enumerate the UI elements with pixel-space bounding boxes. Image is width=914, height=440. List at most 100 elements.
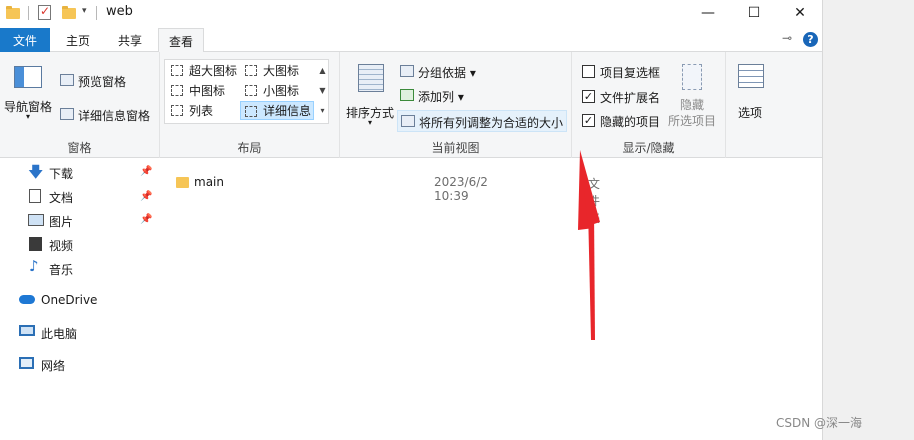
group-panes: 导航窗格 ▾ 预览窗格 详细信息窗格 窗格 bbox=[0, 52, 160, 158]
title-bar: ✓ ▾ web — ☐ ✕ bbox=[0, 0, 822, 26]
fit-columns-label: 将所有列调整为合适的大小 bbox=[419, 116, 564, 130]
close-button[interactable]: ✕ bbox=[777, 0, 822, 26]
new-folder-icon[interactable] bbox=[62, 6, 76, 19]
maximize-button[interactable]: ☐ bbox=[731, 0, 777, 26]
item-checkboxes-label: 项目复选框 bbox=[600, 66, 661, 80]
preview-pane-button[interactable]: 预览窗格 bbox=[78, 73, 126, 90]
nav-item-label: 下载 bbox=[49, 167, 74, 181]
music-note-icon: ♪ bbox=[29, 257, 39, 275]
watermark: CSDN @深一海 bbox=[776, 416, 863, 430]
chevron-up-icon[interactable]: ▲ bbox=[316, 61, 329, 81]
layout-item-label: 详细信息 bbox=[263, 104, 312, 118]
hide-selected-items-button[interactable]: 隐藏 所选项目 bbox=[668, 60, 722, 130]
list-icon bbox=[171, 105, 183, 116]
nav-item-label: OneDrive bbox=[41, 293, 98, 307]
document-icon bbox=[29, 189, 41, 203]
layout-extra-large-icons[interactable]: 超大图标 bbox=[167, 61, 239, 80]
nav-item-label: 此电脑 bbox=[41, 327, 78, 341]
help-icon[interactable]: ? bbox=[803, 32, 818, 47]
cloud-icon bbox=[19, 295, 35, 304]
explorer-window: ✓ ▾ web — ☐ ✕ 文件 主页 共享 查看 ⊸ ? 导航窗格 ▾ 预览窗… bbox=[0, 0, 823, 440]
sort-by-icon bbox=[358, 64, 384, 92]
fit-columns-icon bbox=[401, 115, 415, 127]
group-by-icon bbox=[400, 65, 414, 77]
file-name: main bbox=[194, 175, 224, 189]
pin-icon[interactable]: 📌 bbox=[140, 191, 152, 202]
group-label-layout: 布局 bbox=[237, 141, 262, 155]
ribbon: 导航窗格 ▾ 预览窗格 详细信息窗格 窗格 布局 超大图标 大图标 中图标 小图… bbox=[0, 52, 822, 158]
desktop-background bbox=[823, 0, 914, 440]
details-pane-icon bbox=[60, 108, 74, 120]
layout-large-icons[interactable]: 大图标 bbox=[241, 61, 313, 80]
layout-item-label: 超大图标 bbox=[189, 64, 238, 78]
hide-selected-label-line2: 所选项目 bbox=[668, 114, 717, 128]
group-current-view: 排序方式 ▾ 分组依据 ▾ 添加列 ▾ 将所有列调整为合适的大小 当前视图 bbox=[340, 52, 572, 158]
group-by-button[interactable]: 分组依据 ▾ bbox=[418, 64, 476, 81]
properties-icon[interactable]: ✓ bbox=[38, 4, 51, 20]
chevron-down-icon: ▾ bbox=[368, 118, 373, 127]
nav-pane-icon bbox=[14, 66, 42, 88]
item-checkboxes-checkbox[interactable] bbox=[582, 65, 595, 78]
layout-item-label: 中图标 bbox=[189, 84, 226, 98]
hidden-items-label: 隐藏的项目 bbox=[600, 115, 661, 129]
nav-item-label: 音乐 bbox=[49, 263, 74, 277]
download-arrow-icon: 🡇 bbox=[28, 163, 44, 181]
layout-item-label: 大图标 bbox=[263, 64, 300, 78]
computer-icon bbox=[19, 325, 35, 336]
details-pane-button[interactable]: 详细信息窗格 bbox=[78, 107, 150, 124]
group-label-current-view: 当前视图 bbox=[431, 141, 480, 155]
tab-file[interactable]: 文件 bbox=[0, 28, 50, 52]
chevron-down-icon[interactable]: ▼ bbox=[316, 81, 329, 101]
details-icon bbox=[245, 106, 257, 117]
group-show-hide: 项目复选框 ✓ 文件扩展名 ✓ 隐藏的项目 隐藏 所选项目 显示/隐藏 bbox=[572, 52, 726, 158]
sort-by-button[interactable]: 排序方式 ▾ bbox=[344, 60, 394, 130]
tab-share[interactable]: 共享 bbox=[108, 28, 152, 52]
file-extensions-label: 文件扩展名 bbox=[600, 91, 661, 105]
folder-icon bbox=[6, 6, 20, 19]
tab-view[interactable]: 查看 bbox=[158, 28, 205, 53]
network-icon bbox=[19, 357, 34, 369]
hide-selected-icon bbox=[682, 64, 702, 90]
divider bbox=[96, 6, 97, 20]
expand-gallery-icon[interactable]: ▾ bbox=[316, 101, 329, 121]
nav-pane-button[interactable]: 导航窗格 ▾ bbox=[2, 60, 54, 130]
layout-list[interactable]: 列表 bbox=[167, 101, 239, 120]
film-icon bbox=[29, 237, 42, 251]
layout-small-icons[interactable]: 小图标 bbox=[241, 81, 313, 100]
nav-item-label: 视频 bbox=[49, 239, 74, 253]
large-icons-icon bbox=[245, 65, 257, 76]
pin-icon[interactable]: 📌 bbox=[140, 214, 152, 225]
options-icon bbox=[738, 64, 764, 88]
ribbon-tabs: 文件 主页 共享 查看 bbox=[0, 26, 822, 53]
layout-gallery: 超大图标 大图标 中图标 小图标 列表 详细信息 ▲ ▼ ▾ bbox=[164, 59, 329, 124]
folder-icon bbox=[176, 177, 189, 188]
medium-icons-icon bbox=[171, 85, 183, 96]
file-date: 2023/6/2 10:39 bbox=[434, 175, 488, 203]
extra-large-icons-icon bbox=[171, 65, 183, 76]
layout-item-label: 列表 bbox=[189, 104, 214, 118]
window-title: web bbox=[106, 4, 133, 19]
nav-item-label: 图片 bbox=[49, 215, 74, 229]
minimize-button[interactable]: — bbox=[685, 0, 731, 26]
hide-selected-label-line1: 隐藏 bbox=[680, 98, 705, 112]
file-extensions-checkbox[interactable]: ✓ bbox=[582, 90, 595, 103]
pin-icon[interactable]: 📌 bbox=[140, 166, 152, 177]
nav-item-label: 网络 bbox=[41, 359, 66, 373]
customize-quick-access-icon[interactable]: ▾ bbox=[82, 6, 87, 16]
add-columns-button[interactable]: 添加列 ▾ bbox=[418, 88, 464, 105]
tab-home[interactable]: 主页 bbox=[56, 28, 100, 52]
preview-pane-icon bbox=[60, 74, 74, 86]
divider bbox=[28, 6, 29, 20]
options-label: 选项 bbox=[738, 106, 763, 120]
layout-medium-icons[interactable]: 中图标 bbox=[167, 81, 239, 100]
chevron-down-icon: ▾ bbox=[26, 112, 31, 121]
pin-ribbon-icon[interactable]: ⊸ bbox=[782, 31, 792, 45]
annotation-arrow bbox=[578, 150, 600, 340]
fit-columns-button[interactable]: 将所有列调整为合适的大小 bbox=[397, 110, 567, 132]
options-button[interactable]: 选项 bbox=[728, 60, 774, 130]
layout-details[interactable]: 详细信息 bbox=[240, 101, 314, 120]
small-icons-icon bbox=[245, 85, 257, 96]
layout-gallery-scroll[interactable]: ▲ ▼ ▾ bbox=[316, 61, 329, 124]
add-columns-icon bbox=[400, 89, 414, 101]
hidden-items-checkbox[interactable]: ✓ bbox=[582, 114, 595, 127]
